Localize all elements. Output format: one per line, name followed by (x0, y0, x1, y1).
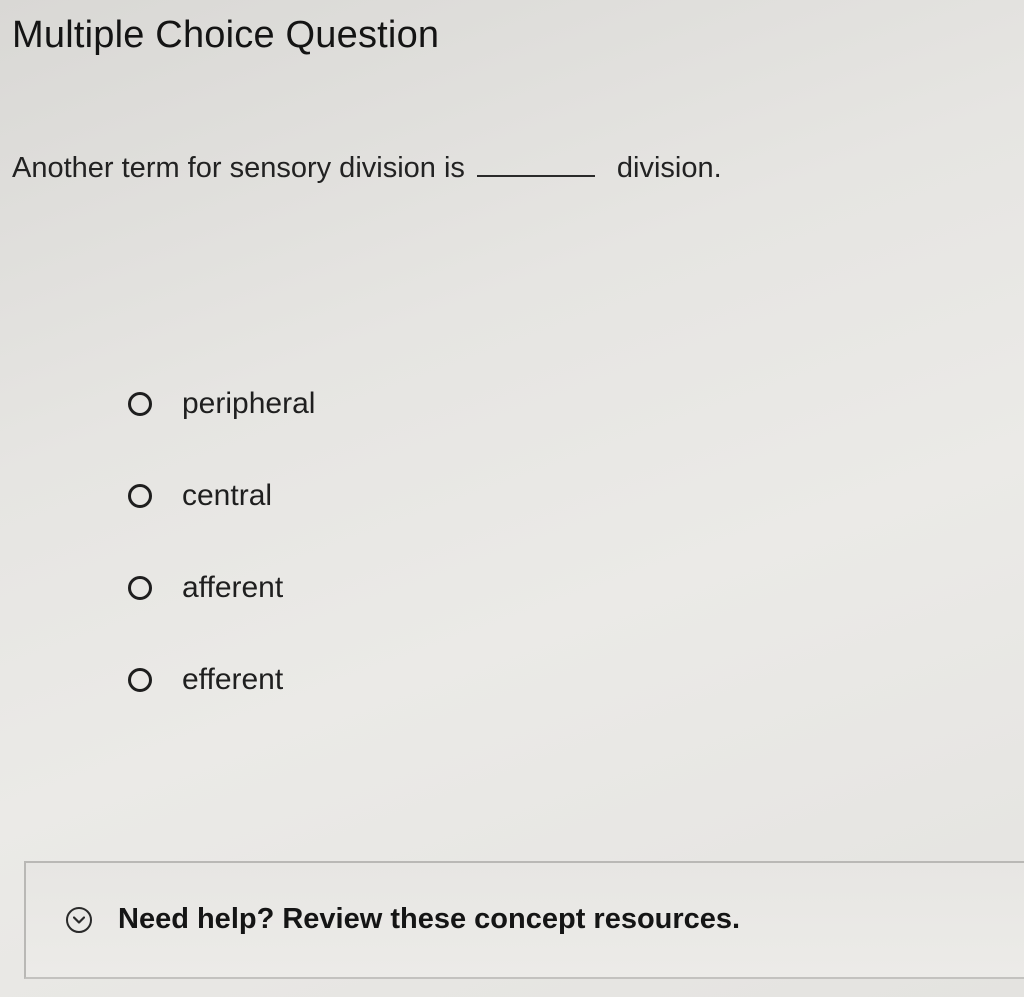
question-prompt: Another term for sensory division is divi… (12, 152, 722, 185)
option-label: peripheral (182, 387, 316, 420)
radio-button[interactable] (128, 576, 152, 600)
option-label: afferent (182, 571, 284, 604)
option-label: efferent (182, 663, 284, 696)
help-panel: Need help? Review these concept resource… (24, 861, 1024, 979)
concept-resources-toggle[interactable]: Need help? Review these concept resource… (66, 903, 740, 936)
option-afferent[interactable]: afferent (128, 564, 315, 612)
option-peripheral[interactable]: peripheral (128, 380, 315, 428)
radio-button[interactable] (128, 484, 152, 508)
option-efferent[interactable]: efferent (128, 656, 315, 704)
question-text-suffix: division. (616, 152, 722, 184)
radio-button[interactable] (128, 668, 152, 692)
option-label: central (182, 479, 273, 512)
answer-blank (476, 153, 595, 177)
chevron-down-circle-icon[interactable] (66, 906, 92, 933)
page-title: Multiple Choice Question (12, 14, 440, 56)
answer-options: peripheral central afferent efferent (128, 380, 315, 748)
concept-resources-label[interactable]: Need help? Review these concept resource… (118, 903, 740, 936)
radio-button[interactable] (128, 392, 152, 416)
question-text-prefix: Another term for sensory division is (12, 152, 465, 184)
option-central[interactable]: central (128, 472, 315, 520)
